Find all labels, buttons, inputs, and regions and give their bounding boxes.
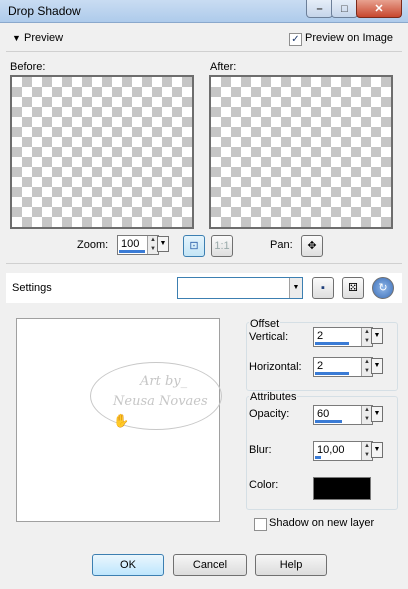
ok-button[interactable]: OK <box>92 554 164 576</box>
triangle-down-icon: ▼ <box>12 33 21 43</box>
move-icon: ✥ <box>307 240 317 252</box>
help-button[interactable]: Help <box>255 554 327 576</box>
hand-cursor-icon: ✋ <box>113 413 130 428</box>
title-bar: Drop Shadow – □ ✕ <box>0 0 408 23</box>
zoom-fit-button[interactable]: ⊡ <box>183 235 205 257</box>
zoom-level-bar <box>119 250 145 253</box>
offset-group-label: Offset <box>249 318 281 330</box>
horizontal-spinner[interactable]: 2 ▲ ▼ <box>313 357 373 377</box>
opacity-level-bar <box>315 420 342 423</box>
preview-on-image-label: Preview on Image <box>305 32 394 44</box>
opacity-dropdown[interactable]: ▼ <box>371 405 385 423</box>
horizontal-label: Horizontal: <box>249 361 302 373</box>
drop-shadow-dialog: Drop Shadow – □ ✕ ▼ Preview ✓ Preview on… <box>0 0 408 589</box>
settings-dropdown[interactable]: ▼ <box>177 277 303 299</box>
preview-toggle-label: Preview <box>23 32 64 44</box>
zoom-dropdown[interactable]: ▼ <box>157 235 171 253</box>
preview-divider <box>6 51 402 52</box>
shadow-on-new-layer-checkbox[interactable] <box>254 518 267 531</box>
chevron-down-icon[interactable]: ▼ <box>371 442 383 458</box>
pan-button[interactable]: ✥ <box>301 235 323 257</box>
after-preview[interactable] <box>209 75 393 229</box>
close-button[interactable]: ✕ <box>356 0 402 18</box>
blur-value: 10,00 <box>317 444 345 456</box>
horizontal-value: 2 <box>317 360 324 372</box>
dice-icon: ⚄ <box>348 282 358 294</box>
vertical-spinner[interactable]: 2 ▲ ▼ <box>313 327 373 347</box>
reset-arrow-icon: ↻ <box>378 282 388 294</box>
chevron-down-icon[interactable]: ▼ <box>157 236 169 252</box>
randomize-button[interactable]: ⚄ <box>342 277 364 299</box>
settings-label: Settings <box>12 282 52 294</box>
vertical-value: 2 <box>317 330 324 342</box>
opacity-label: Opacity: <box>249 408 290 420</box>
zoom-actual-size-button[interactable]: 1:1 <box>211 235 233 257</box>
opacity-value: 60 <box>317 408 330 420</box>
one-to-one-icon: 1:1 <box>214 240 230 252</box>
zoom-label: Zoom: <box>77 239 109 251</box>
horizontal-level-bar <box>315 372 349 375</box>
watermark-line1: Art by_ <box>140 374 188 389</box>
preview-toggle[interactable]: ▼ Preview <box>12 32 63 44</box>
before-preview[interactable] <box>10 75 194 229</box>
blur-label: Blur: <box>249 444 272 456</box>
after-label: After: <box>210 61 237 73</box>
blur-spinner[interactable]: 10,00 ▲ ▼ <box>313 441 373 461</box>
checkmark-icon: ✓ <box>291 34 300 45</box>
zoom-value: 100 <box>121 238 140 250</box>
vertical-label: Vertical: <box>249 331 289 343</box>
zoom-fit-icon: ⊡ <box>189 240 199 252</box>
chevron-down-icon[interactable]: ▼ <box>371 358 383 374</box>
reset-button[interactable]: ↻ <box>372 277 394 299</box>
chevron-down-icon[interactable]: ▼ <box>371 406 383 422</box>
color-label: Color: <box>249 479 279 491</box>
shadow-on-new-layer-label: Shadow on new layer <box>269 517 375 529</box>
floppy-disk-icon: ▪ <box>321 282 325 294</box>
minimize-button[interactable]: – <box>306 0 333 18</box>
chevron-down-icon[interactable]: ▼ <box>289 278 302 298</box>
blur-dropdown[interactable]: ▼ <box>371 441 385 459</box>
vertical-level-bar <box>315 342 349 345</box>
pan-label: Pan: <box>270 239 293 251</box>
zoom-spinner[interactable]: 100 ▲ ▼ <box>117 235 159 255</box>
horizontal-dropdown[interactable]: ▼ <box>371 357 385 375</box>
window-title: Drop Shadow <box>8 4 81 18</box>
vertical-dropdown[interactable]: ▼ <box>371 327 385 345</box>
settings-divider-top <box>6 263 402 264</box>
watermark-line2: Neusa Novaes <box>113 394 208 409</box>
save-preset-button[interactable]: ▪ <box>312 277 334 299</box>
attributes-group-label: Attributes <box>249 391 298 403</box>
preview-on-image-checkbox[interactable]: ✓ <box>289 33 302 46</box>
cancel-button[interactable]: Cancel <box>173 554 247 576</box>
blur-level-bar <box>315 456 321 459</box>
opacity-spinner[interactable]: 60 ▲ ▼ <box>313 405 373 425</box>
color-swatch[interactable] <box>313 477 371 500</box>
before-label: Before: <box>10 61 46 73</box>
maximize-button[interactable]: □ <box>331 0 358 18</box>
chevron-down-icon[interactable]: ▼ <box>371 328 383 344</box>
